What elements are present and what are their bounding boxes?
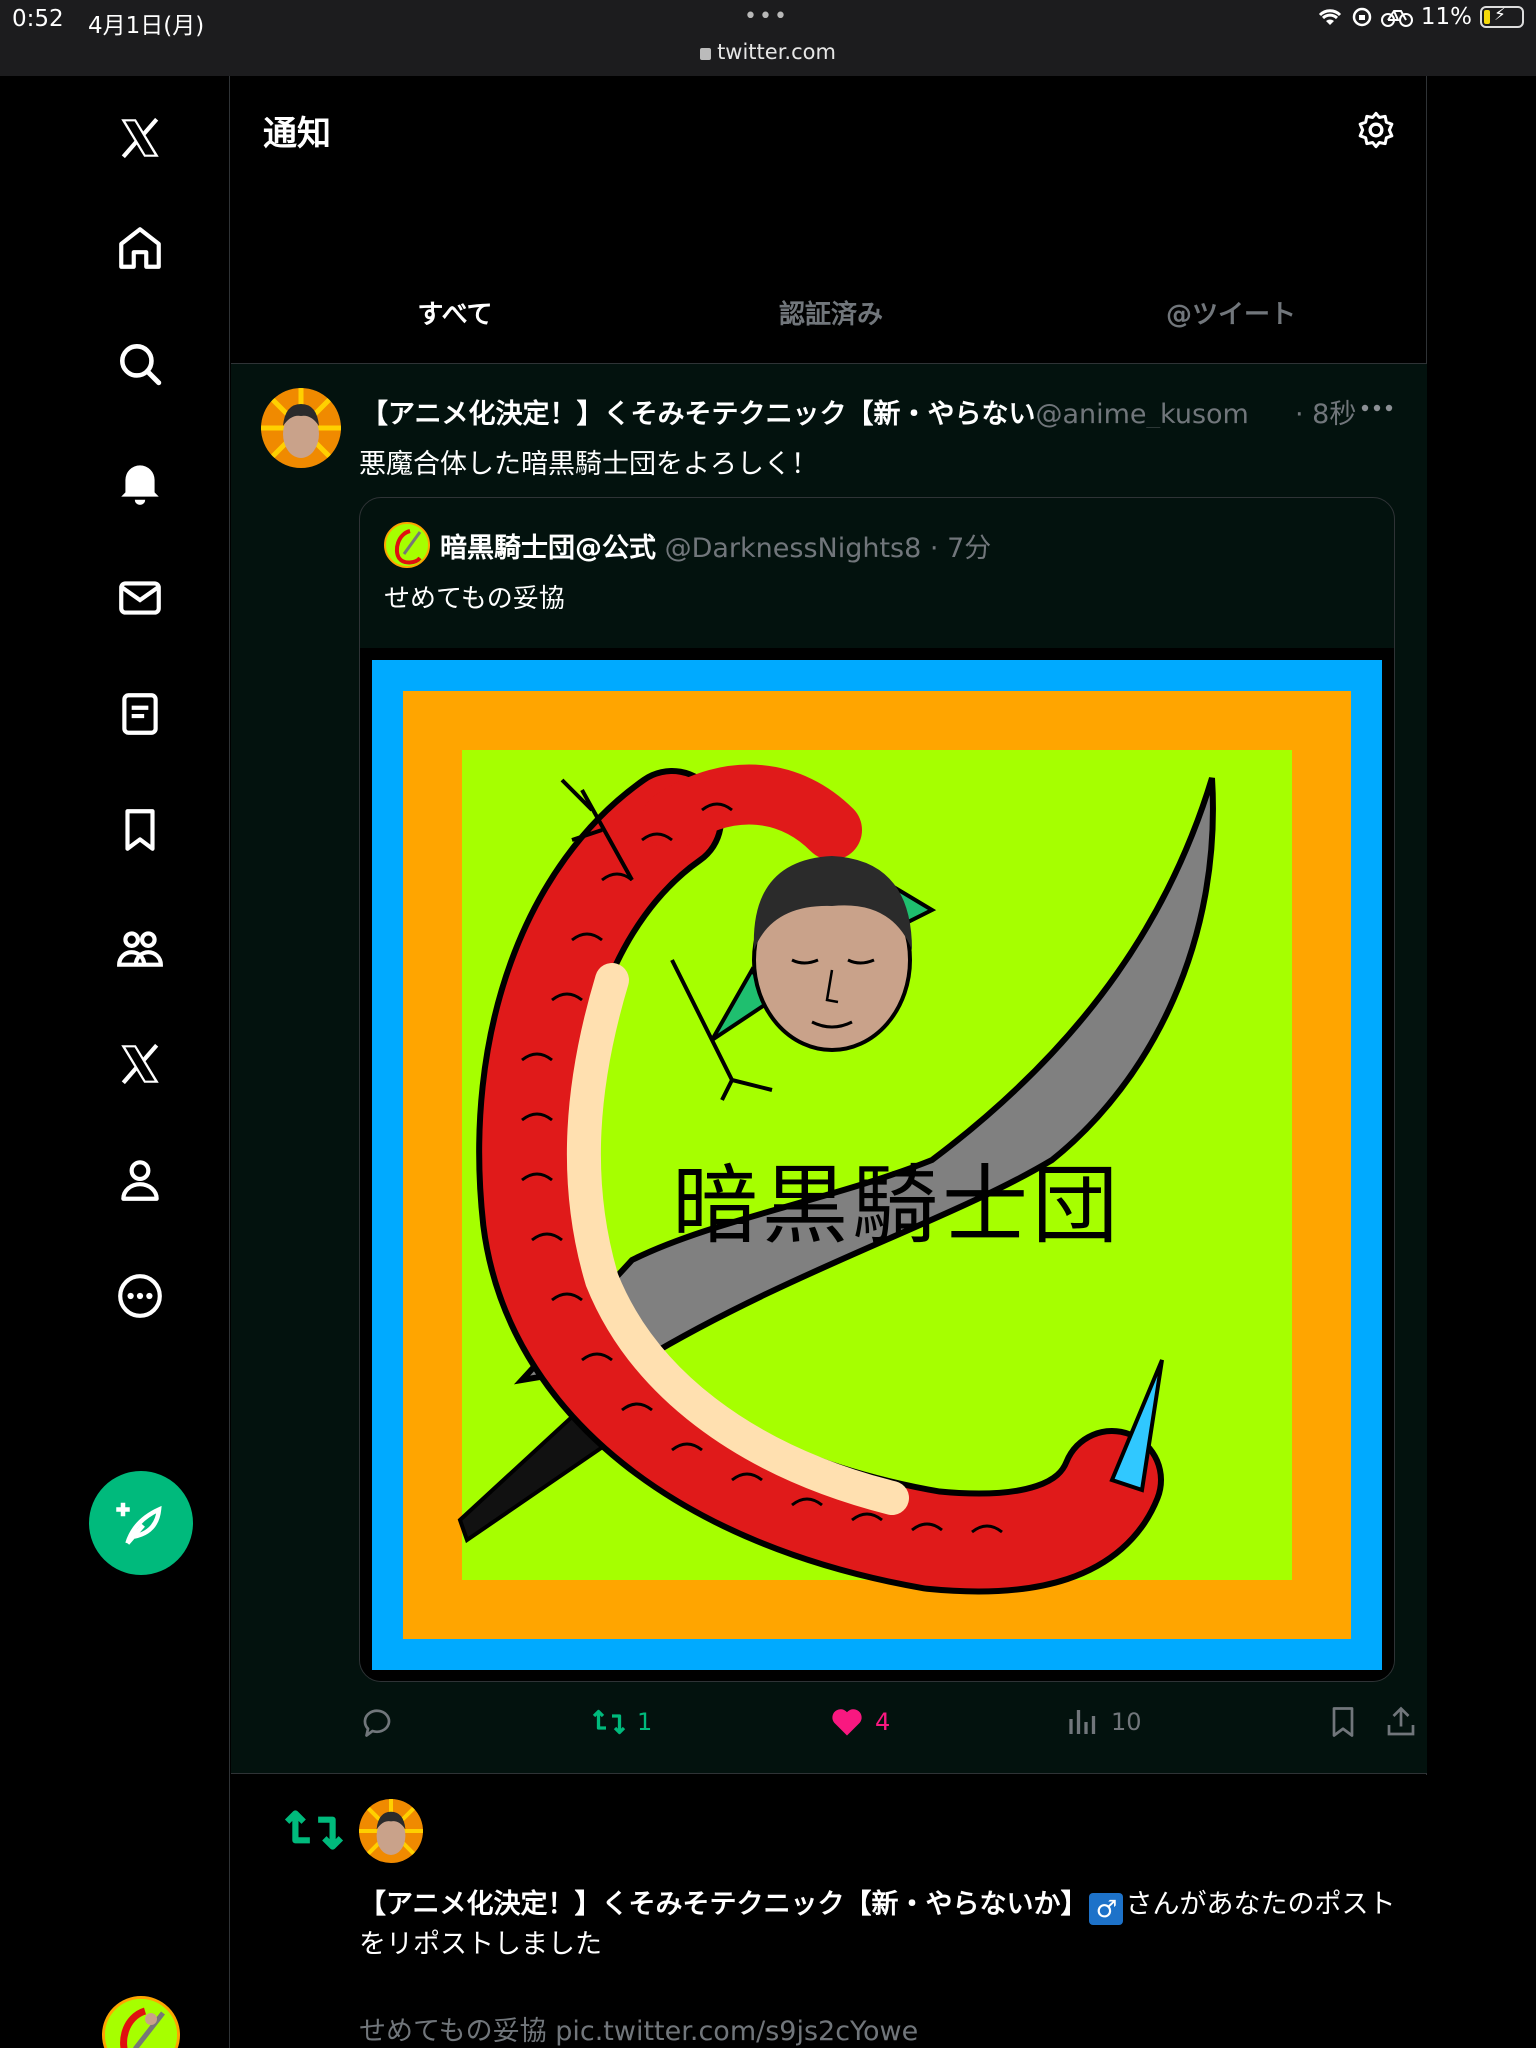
- battery-percent: 11%: [1420, 4, 1472, 30]
- sidebar: [0, 76, 230, 2048]
- quoted-post[interactable]: 暗黒騎士団@公式 @DarknessNights8 · 7分 せめてもの妥協 暗…: [359, 497, 1395, 1682]
- wifi-icon: [1318, 9, 1341, 25]
- post-author-handle[interactable]: @anime_kusom: [1035, 399, 1248, 428]
- views-chart-icon: [1069, 1710, 1096, 1734]
- tab-verified[interactable]: 認証済み: [731, 294, 931, 331]
- address-url: twitter.com: [717, 40, 836, 64]
- reposted-post-preview[interactable]: せめてもの妥協 pic.twitter.com/s9js2cYowe: [359, 2009, 918, 2048]
- bookmarks-icon[interactable]: [110, 800, 170, 860]
- tab-mentions[interactable]: @ツイート: [1111, 294, 1351, 331]
- repost-notification[interactable]: 【アニメ化決定！】くそみそテクニック【新・やらないか】 ♂ さんがあなたのポストをリ…: [231, 1775, 1427, 2048]
- notifications-bell-icon[interactable]: [110, 452, 170, 512]
- bike-icon: [1380, 10, 1413, 27]
- account-avatar[interactable]: [102, 1996, 180, 2048]
- profile-icon[interactable]: [110, 1150, 170, 1210]
- status-bar: 0:52 4月1日(月) ••• twitter.com 11%: [0, 0, 1536, 76]
- views-count: 10: [1111, 1708, 1142, 1736]
- more-icon[interactable]: [110, 1266, 170, 1326]
- dark-knights-emblem-image: 暗黒騎士団: [372, 660, 1382, 1670]
- quoted-time: · 7分: [929, 533, 992, 564]
- quoted-author-avatar[interactable]: [384, 522, 430, 568]
- post-time: · 8秒: [1291, 392, 1357, 431]
- retweet-icon: [284, 1810, 344, 1850]
- post-actions: 1 4 10: [359, 1704, 1415, 1754]
- heart-icon: [832, 1709, 862, 1736]
- compose-button[interactable]: [89, 1471, 193, 1575]
- quoted-media[interactable]: 暗黒騎士団: [360, 648, 1394, 1681]
- status-time: 0:52: [12, 6, 64, 32]
- status-date: 4月1日(月): [88, 13, 205, 39]
- search-icon[interactable]: [110, 334, 170, 394]
- post[interactable]: 【アニメ化決定！】くそみそテクニック【新・やらない@anime_kusom · …: [231, 364, 1427, 1774]
- notification-text: 【アニメ化決定！】くそみそテクニック【新・やらないか】 ♂ さんがあなたのポストをリ…: [359, 1885, 1399, 1965]
- quoted-author-name: 暗黒騎士団@公式: [440, 533, 656, 564]
- notifications-column: 通知 すべて 認証済み @ツイート 【アニメ化決定！】くそみそテクニック【新・や…: [231, 76, 1427, 2048]
- communities-icon[interactable]: [110, 918, 170, 978]
- messages-mail-icon[interactable]: [110, 568, 170, 628]
- lock-icon: [700, 48, 712, 60]
- male-sign-badge: ♂: [1089, 1893, 1124, 1925]
- post-author-avatar[interactable]: [261, 388, 341, 468]
- like-button[interactable]: 4: [829, 1704, 890, 1740]
- quoted-author-handle: @DarknessNights8: [664, 533, 922, 564]
- x-logo-icon[interactable]: [110, 108, 170, 168]
- quoted-header: 暗黒騎士団@公式 @DarknessNights8 · 7分: [440, 526, 991, 565]
- like-count: 4: [875, 1708, 891, 1736]
- more-options-icon[interactable]: [1357, 398, 1397, 418]
- lists-icon[interactable]: [110, 684, 170, 744]
- quoted-text: せめてもの妥協: [384, 584, 565, 614]
- home-icon[interactable]: [110, 218, 170, 278]
- address-bar[interactable]: twitter.com: [0, 40, 1536, 64]
- notification-tabs: すべて 認証済み @ツイート: [231, 216, 1427, 427]
- orientation-lock-icon: [1352, 7, 1372, 27]
- share-icon: [1387, 1706, 1415, 1736]
- premium-x-icon[interactable]: [110, 1034, 170, 1094]
- page-title: 通知: [263, 114, 331, 154]
- bookmark-button[interactable]: [1325, 1704, 1361, 1740]
- battery-icon: [1480, 5, 1524, 28]
- post-author-name[interactable]: 【アニメ化決定！】くそみそテクニック【新・やらない: [361, 399, 1035, 428]
- post-text: 悪魔合体した暗黒騎士団をよろしく！: [359, 449, 818, 480]
- retweet-icon: [592, 1709, 626, 1735]
- compose-feather-icon: [116, 1502, 162, 1545]
- post-header: 【アニメ化決定！】くそみそテクニック【新・やらない@anime_kusom: [361, 392, 1341, 428]
- reply-button[interactable]: [359, 1704, 395, 1740]
- reply-icon: [363, 1709, 391, 1737]
- retweet-button[interactable]: 1: [591, 1704, 652, 1740]
- views-button[interactable]: 10: [1065, 1704, 1142, 1740]
- status-indicators: 11%: [1317, 4, 1524, 30]
- retweet-count: 1: [637, 1708, 653, 1736]
- bookmark-icon: [1332, 1707, 1354, 1737]
- settings-gear-icon[interactable]: [1356, 110, 1396, 150]
- emblem-text: 暗黒騎士団: [672, 1156, 1122, 1256]
- reposter-avatar[interactable]: [359, 1799, 423, 1863]
- reposter-name[interactable]: 【アニメ化決定！】くそみそテクニック【新・やらないか】: [359, 1889, 1087, 1920]
- share-button[interactable]: [1383, 1704, 1419, 1740]
- multitask-dots-icon[interactable]: •••: [744, 4, 789, 29]
- tab-all[interactable]: すべて: [375, 294, 535, 331]
